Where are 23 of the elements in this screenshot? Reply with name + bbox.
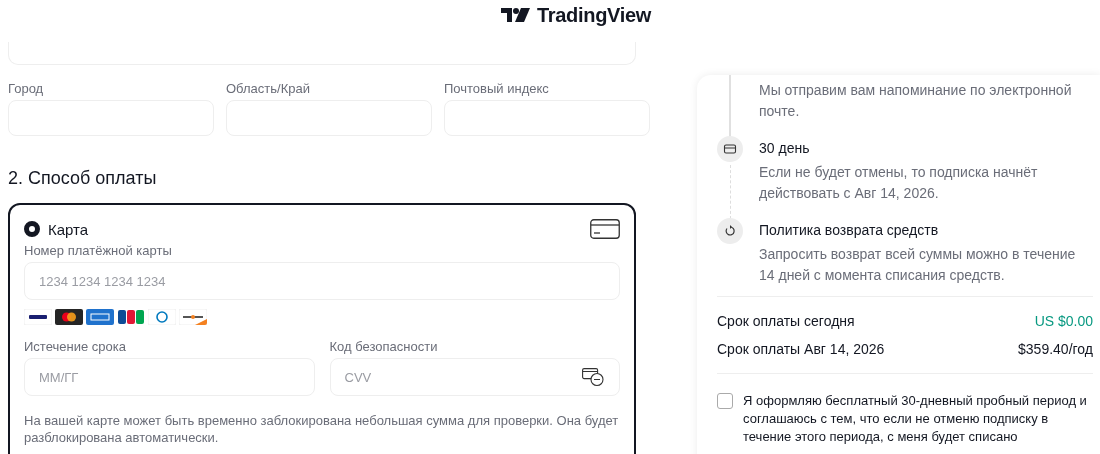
summary-value: US $0.00: [1034, 313, 1093, 329]
section-heading: 2. Способ оплаты: [8, 168, 158, 189]
step-text: Мы отправим вам напоминание по электронной почте.: [759, 81, 1073, 121]
card-number-field[interactable]: 1234 1234 1234 1234: [24, 262, 620, 300]
step-text: Если не будет отмены, то подписка начнёт действовать с Авг 14, 2026.: [759, 163, 1039, 203]
summary-value: $359.40/год: [1018, 341, 1093, 357]
consent-text: Я оформляю бесплатный 30-дневный пробный период и соглашаюсь с тем, что если не отменю подписку в течение этого периода, с меня будет списано: [743, 392, 1088, 446]
cvv-field[interactable]: CVV: [329, 358, 620, 396]
step-title: 30 день: [759, 140, 811, 156]
summary-label: Срок оплаты сегодня: [717, 313, 855, 329]
field-label: Код безопасности: [329, 339, 439, 354]
summary-label: Срок оплаты Авг 14, 2026: [717, 341, 885, 357]
step-title: Политика возврата средств: [759, 222, 940, 238]
payment-method-label: Карта: [48, 220, 90, 238]
logo-text: TradingView: [536, 3, 652, 27]
field-label: Истечение срока: [24, 339, 127, 354]
expiry-field[interactable]: ММ/ГГ: [24, 358, 315, 396]
step-text: Запросить возврат всей суммы можно в течение 14 дней с момента списания средств.: [759, 245, 1077, 285]
field-label: Почтовый индекс: [444, 81, 550, 96]
field-label: Номер платёжной карты: [24, 243, 173, 258]
note-text: На вашей карте может быть временно заблокирована небольшая сумма для проверки. Она будет разблокирована автоматически.: [24, 412, 620, 446]
field-label: Город: [8, 81, 45, 96]
field-label: Область/Край: [226, 81, 311, 96]
